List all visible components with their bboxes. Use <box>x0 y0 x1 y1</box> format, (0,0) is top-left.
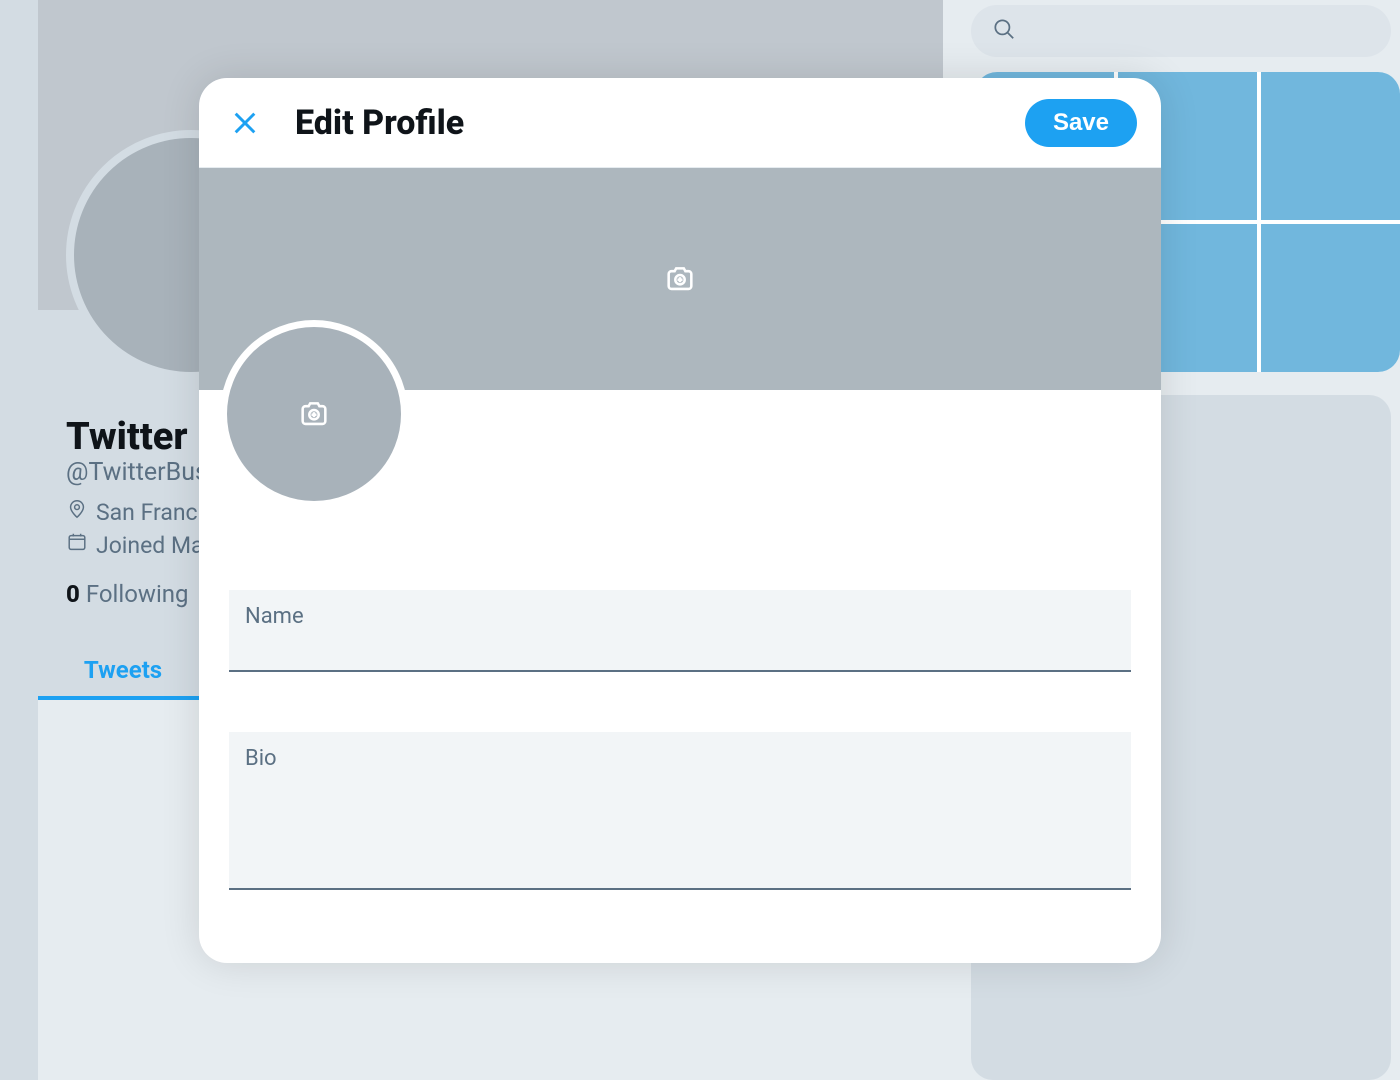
modal-header: Edit Profile Save <box>199 78 1161 168</box>
modal-title: Edit Profile <box>295 103 464 143</box>
name-label: Name <box>245 604 1115 629</box>
edit-profile-modal: Edit Profile Save Name Bio <box>199 78 1161 963</box>
search-field[interactable] <box>1029 20 1369 43</box>
media-thumb[interactable] <box>1261 72 1400 220</box>
bio-label: Bio <box>245 746 1115 771</box>
name-field[interactable]: Name <box>229 590 1131 672</box>
calendar-icon <box>66 531 88 559</box>
name-input[interactable] <box>245 635 1115 660</box>
profile-following: 0Following <box>66 580 189 608</box>
bio-input[interactable] <box>245 777 1115 852</box>
search-icon <box>991 16 1017 46</box>
tab-tweets[interactable]: Tweets <box>38 640 208 699</box>
search-input[interactable] <box>971 5 1391 57</box>
save-button[interactable]: Save <box>1025 99 1137 147</box>
camera-add-icon[interactable] <box>654 253 706 305</box>
profile-joined-text: Joined May <box>96 532 214 559</box>
close-button[interactable] <box>223 101 267 145</box>
bio-field[interactable]: Bio <box>229 732 1131 890</box>
following-count: 0 <box>66 580 80 608</box>
location-icon <box>66 498 88 526</box>
profile-joined: Joined May <box>66 531 214 559</box>
avatar-upload-button[interactable] <box>220 320 408 508</box>
tab-tweets-label: Tweets <box>84 656 162 684</box>
media-thumb[interactable] <box>1261 224 1400 372</box>
following-label: Following <box>86 580 189 608</box>
